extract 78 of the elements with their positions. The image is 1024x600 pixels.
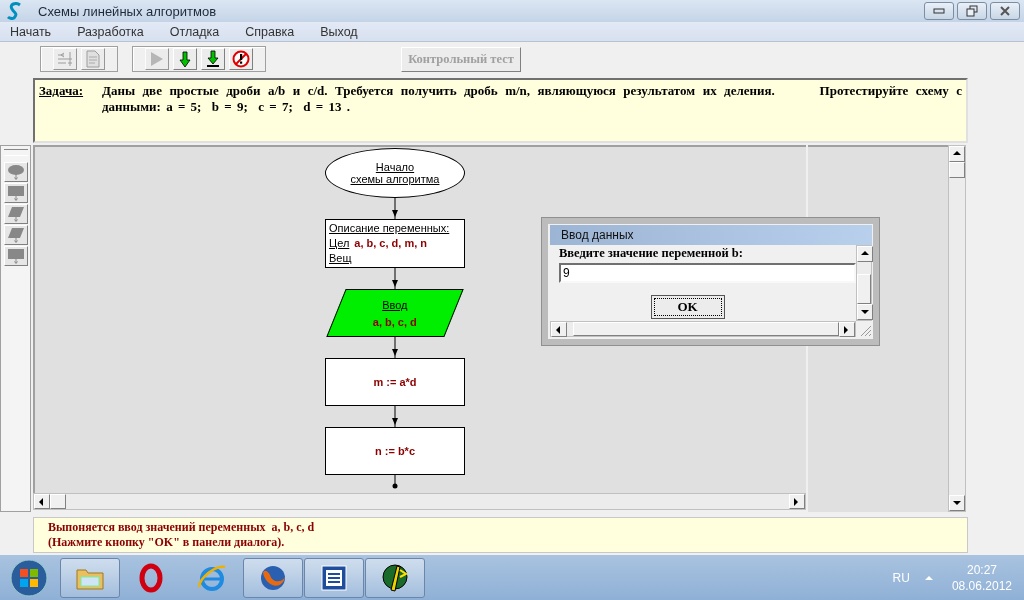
dialog-prompt: Введите значение переменной b: — [559, 246, 744, 261]
shape-tool-button[interactable] — [3, 246, 28, 266]
down-arrow-icon — [179, 50, 191, 68]
window-title: Схемы линейных алгоритмов — [38, 3, 218, 19]
scroll-thumb[interactable] — [857, 274, 871, 304]
assignment-text: n := b*c — [374, 445, 415, 457]
variable-list: a, b, c, d — [373, 315, 417, 328]
vertical-scrollbar[interactable] — [948, 145, 966, 512]
scroll-down-button[interactable] — [949, 495, 965, 511]
assignment-text: m := a*d — [373, 376, 417, 388]
toolbar-button[interactable] — [173, 48, 197, 70]
scroll-right-button[interactable] — [839, 322, 855, 337]
taskbar-button[interactable] — [304, 557, 364, 598]
toolbar-button[interactable] — [201, 48, 225, 70]
ring-icon — [139, 562, 163, 593]
process-shape-icon — [6, 185, 25, 201]
scroll-up-button[interactable] — [857, 246, 873, 262]
type-label: Вещ — [329, 252, 352, 264]
shape-tool-button[interactable] — [3, 162, 28, 182]
task-text: Даны две простые дроби a/b и c/d. Требуется получить дробь m/n, являющуюся результатом их деления. Протестируйте схему с данными: a = 5; b = 9; c = 7; d = 13 . — [102, 83, 962, 116]
scroll-left-button[interactable] — [551, 322, 567, 337]
globe-icon — [196, 562, 228, 593]
node-label: Описание переменных: — [329, 222, 450, 234]
node-label: схемы алгоритма — [350, 173, 440, 185]
down-arrow-icon — [952, 498, 962, 508]
value-input-field[interactable]: 9 — [559, 263, 856, 283]
align-icon — [56, 51, 74, 67]
start-orb-icon — [9, 557, 49, 598]
scroll-thumb[interactable] — [949, 162, 965, 178]
stop-icon — [232, 50, 250, 68]
horizontal-scrollbar[interactable] — [33, 493, 806, 510]
shape-tool-button[interactable] — [3, 225, 28, 245]
menu-item[interactable]: Выход — [310, 24, 368, 39]
close-icon — [999, 6, 1011, 16]
scroll-up-button[interactable] — [949, 146, 965, 162]
shape-tool-button[interactable] — [3, 183, 28, 203]
taskbar-button[interactable] — [365, 557, 425, 598]
menu-item[interactable]: Отладка — [159, 24, 230, 39]
variable-list: a, b, c, d, m, n — [354, 237, 428, 249]
dialog-vertical-scrollbar[interactable] — [856, 245, 872, 321]
close-button[interactable] — [990, 2, 1020, 20]
document-icon — [320, 563, 348, 592]
node-label: Ввод — [382, 298, 408, 311]
ok-button[interactable]: OK — [650, 295, 725, 319]
type-label: Цел — [329, 237, 350, 249]
minimize-button[interactable] — [924, 2, 954, 20]
pencil-icon — [380, 561, 410, 594]
clock-date: 08.06.2012 — [951, 577, 1012, 594]
parallelogram-shape-icon — [6, 206, 25, 222]
menu-item[interactable]: Разработка — [67, 24, 154, 39]
play-icon — [150, 51, 164, 67]
status-text: Выпоняется ввод значений переменных a, b, c, d — [48, 520, 316, 535]
scroll-right-button[interactable] — [789, 494, 805, 509]
down-arrow-icon — [860, 307, 870, 317]
restore-icon — [966, 5, 978, 17]
menu-item[interactable]: Справка — [235, 24, 305, 39]
parallelogram-shape-icon — [6, 227, 25, 243]
process-shape-icon — [6, 248, 25, 264]
caret-up-icon[interactable] — [923, 574, 934, 581]
document-icon — [85, 50, 101, 68]
dialog-title: Ввод данных — [550, 225, 872, 245]
task-label: Задача: — [39, 83, 85, 100]
terminal-shape-icon — [6, 164, 25, 180]
scroll-down-button[interactable] — [857, 304, 873, 320]
scroll-left-button[interactable] — [34, 494, 50, 509]
menu-item[interactable]: Начать — [0, 24, 62, 39]
dialog-horizontal-scrollbar[interactable] — [550, 321, 856, 337]
scroll-thumb[interactable] — [50, 494, 66, 509]
restore-button[interactable] — [957, 2, 987, 20]
status-text: (Нажмите кнопку "OK" в панели диалога). — [48, 535, 286, 550]
palette-grip[interactable] — [3, 149, 28, 156]
node-label: Начало — [375, 161, 415, 173]
shape-tool-button[interactable] — [3, 204, 28, 224]
down-to-line-icon — [206, 50, 220, 68]
toolbar-button[interactable] — [229, 48, 253, 70]
minimize-icon — [933, 8, 945, 14]
clock-time: 20:27 — [966, 561, 997, 578]
scroll-thumb[interactable] — [573, 322, 839, 336]
